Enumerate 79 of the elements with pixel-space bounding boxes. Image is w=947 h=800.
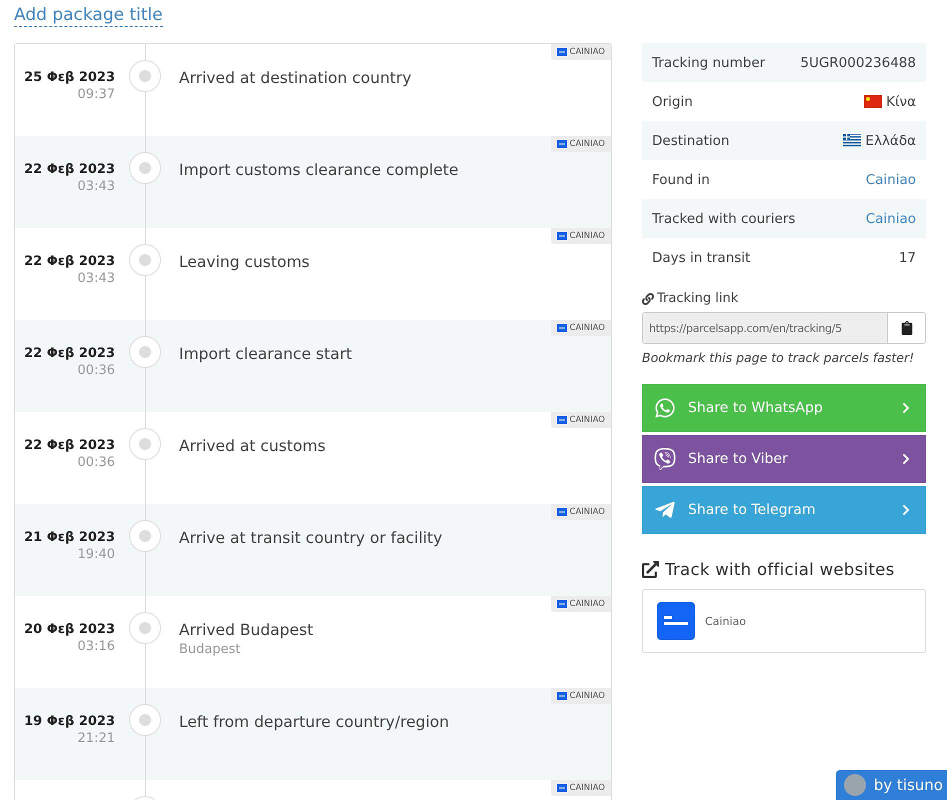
tracking-link-field[interactable]: https://parcelsapp.com/en/tracking/5 [642, 312, 926, 344]
carrier-name: CAINIAO [570, 783, 605, 793]
carrier-name: CAINIAO [570, 599, 605, 609]
carrier-logo-icon [556, 324, 567, 332]
info-value: 17 [898, 250, 916, 266]
country-name: Ελλάδα [865, 132, 916, 148]
carrier-name: CAINIAO [570, 231, 605, 241]
carrier-logo-icon [556, 784, 567, 792]
courier-link[interactable]: Cainiao [866, 172, 916, 188]
carrier-name: CAINIAO [570, 507, 605, 517]
info-label: Origin [652, 94, 693, 110]
flag-icon [864, 95, 882, 108]
event-time: 03:43 [78, 271, 115, 286]
carrier-logo-icon [556, 692, 567, 700]
author-badge[interactable]: by tisuno [836, 770, 947, 800]
info-label: Tracking number [652, 54, 766, 70]
event-date: 22 Φεβ 2023 [24, 346, 115, 361]
courier-link[interactable]: Cainiao [866, 210, 916, 226]
carrier-logo-icon [556, 232, 567, 240]
info-label: Destination [652, 132, 730, 148]
carrier-logo-icon [556, 416, 567, 424]
carrier-logo-icon [556, 48, 567, 56]
info-label: Tracked with couriers [652, 210, 796, 226]
courier-logo-icon [657, 602, 695, 640]
carrier-logo-icon [556, 600, 567, 608]
copy-button[interactable] [887, 313, 925, 343]
event-date: 21 Φεβ 2023 [24, 530, 115, 545]
event-status: Arrived at customs [179, 437, 327, 455]
chevron-icon [900, 504, 912, 516]
link-icon [642, 292, 654, 304]
share-button[interactable]: Share to Telegram [642, 486, 926, 534]
section-heading: Track with official websites [665, 560, 894, 579]
event-time: 03:43 [78, 179, 115, 194]
event-status: Arrive at transit country or facility [179, 529, 444, 547]
event-date: 22 Φεβ 2023 [24, 254, 115, 269]
event-status: Import clearance start [179, 345, 354, 363]
info-label: Days in transit [652, 250, 750, 266]
bookmark-hint: Bookmark this page to track parcels faster! [642, 350, 916, 365]
event-time: 09:37 [78, 87, 115, 102]
event-time: 00:36 [78, 455, 115, 470]
external-link-icon [642, 561, 659, 578]
event-status: Leaving customs [179, 253, 311, 271]
event-location: Budapest [179, 642, 242, 657]
event-time: 19:40 [78, 547, 115, 562]
clipboard-icon [900, 321, 914, 335]
avatar [844, 774, 866, 796]
carrier-logo-icon [556, 508, 567, 516]
event-time: 03:16 [78, 639, 115, 654]
event-date: 22 Φεβ 2023 [24, 162, 115, 177]
event-status: Left from departure country/region [179, 713, 450, 731]
carrier-name: CAINIAO [570, 691, 605, 701]
event-date: 20 Φεβ 2023 [24, 622, 115, 637]
event-date: 19 Φεβ 2023 [24, 714, 115, 729]
event-time: 00:36 [78, 363, 115, 378]
carrier-name: CAINIAO [570, 415, 605, 425]
carrier-logo-icon [556, 140, 567, 148]
share-button[interactable]: Share to Viber [642, 435, 926, 483]
carrier-name: CAINIAO [570, 323, 605, 333]
event-status: Arrived at destination country [179, 69, 412, 87]
info-value: 5UGR000236488 [800, 54, 916, 70]
paper-plane-icon [654, 499, 676, 521]
chevron-icon [900, 402, 912, 414]
event-date: 22 Φεβ 2023 [24, 438, 115, 453]
country-name: Κίνα [886, 94, 916, 110]
courier-site-link[interactable]: Cainiao [642, 589, 926, 653]
phone-bubble-icon [654, 448, 676, 470]
info-label: Found in [652, 172, 710, 188]
event-time: 21:21 [78, 731, 115, 746]
add-title-link[interactable]: Add package title [14, 4, 163, 27]
event-status: Import customs clearance complete [179, 161, 460, 179]
phone-bubble-icon [654, 397, 676, 419]
carrier-name: CAINIAO [570, 47, 605, 57]
share-button[interactable]: Share to WhatsApp [642, 384, 926, 432]
flag-icon [843, 134, 862, 147]
event-date: 25 Φεβ 2023 [24, 70, 115, 85]
chevron-icon [900, 453, 912, 465]
carrier-name: CAINIAO [570, 139, 605, 149]
tracking-link-label: Tracking link [657, 291, 738, 306]
event-status: Arrived Budapest [179, 621, 314, 639]
